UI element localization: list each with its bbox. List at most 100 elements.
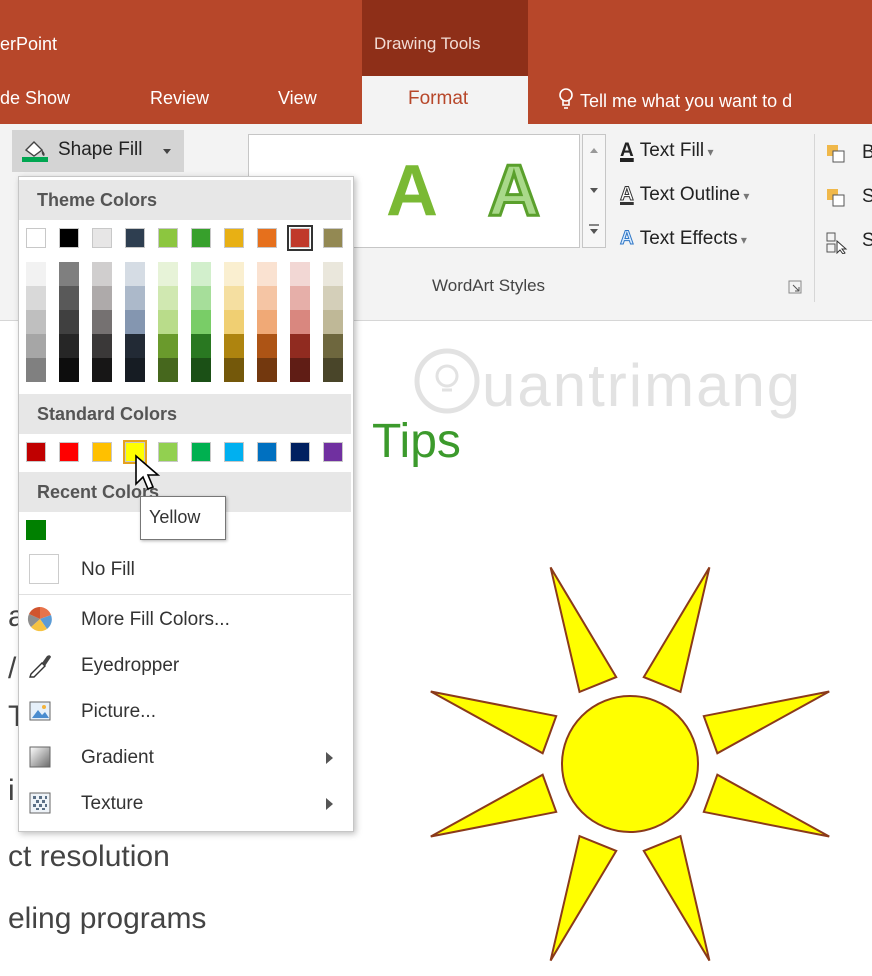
theme-shade-swatch[interactable] [224, 358, 244, 382]
theme-shade-swatch[interactable] [158, 334, 178, 358]
standard-color-swatch[interactable] [92, 442, 112, 462]
text-effects-button[interactable]: A Text Effects ▾ [620, 228, 747, 250]
wordart-style-outline[interactable]: A [487, 150, 542, 233]
tab-review[interactable]: Review [150, 88, 209, 109]
recent-color-swatch[interactable] [26, 520, 46, 540]
slide-text-partial: / [8, 652, 17, 685]
theme-shade-swatch[interactable] [26, 310, 46, 334]
theme-shade-swatch[interactable] [59, 334, 79, 358]
standard-color-swatch[interactable] [59, 442, 79, 462]
theme-color-swatch[interactable] [158, 228, 178, 248]
theme-shade-swatch[interactable] [92, 286, 112, 310]
theme-shade-swatch[interactable] [92, 358, 112, 382]
theme-shade-swatch[interactable] [323, 334, 343, 358]
tell-me-search[interactable]: Tell me what you want to d [558, 88, 792, 112]
standard-color-swatch[interactable] [26, 442, 46, 462]
theme-shade-swatch[interactable] [59, 286, 79, 310]
theme-shade-swatch[interactable] [26, 262, 46, 286]
wordart-style-green[interactable]: A [386, 150, 438, 232]
theme-shade-swatch[interactable] [125, 286, 145, 310]
theme-shade-swatch[interactable] [257, 286, 277, 310]
theme-shade-swatch[interactable] [290, 286, 310, 310]
texture-option[interactable]: Texture [19, 782, 351, 826]
theme-shade-swatch[interactable] [59, 262, 79, 286]
theme-shade-swatch[interactable] [158, 286, 178, 310]
theme-shade-swatch[interactable] [125, 262, 145, 286]
tab-format[interactable]: Format [362, 76, 528, 124]
send-backward-button[interactable]: S [826, 184, 872, 214]
theme-shade-swatch[interactable] [26, 358, 46, 382]
sun-ray [702, 773, 830, 838]
text-effects-icon: A [620, 228, 635, 250]
theme-color-swatch[interactable] [224, 228, 244, 248]
text-outline-button[interactable]: A Text Outline ▾ [620, 184, 750, 206]
eyedropper-option[interactable]: Eyedropper [19, 644, 351, 688]
theme-shade-swatch[interactable] [290, 262, 310, 286]
theme-shade-swatch[interactable] [257, 334, 277, 358]
theme-color-swatch[interactable] [92, 228, 112, 248]
theme-shade-swatch[interactable] [26, 334, 46, 358]
theme-shade-swatch[interactable] [191, 334, 211, 358]
chevron-down-icon: ▾ [740, 189, 750, 203]
theme-shade-swatch[interactable] [158, 262, 178, 286]
theme-shade-swatch[interactable] [290, 334, 310, 358]
text-fill-button[interactable]: A Text Fill ▾ [620, 140, 714, 162]
theme-shade-swatch[interactable] [323, 262, 343, 286]
dialog-launcher-icon[interactable] [788, 280, 802, 294]
theme-shade-swatch[interactable] [257, 310, 277, 334]
theme-shade-swatch[interactable] [224, 286, 244, 310]
theme-shade-swatch[interactable] [158, 358, 178, 382]
more-fill-colors-option[interactable]: More Fill Colors... [19, 598, 351, 642]
theme-color-swatch[interactable] [287, 225, 313, 251]
selection-pane-button[interactable]: S [826, 228, 872, 258]
bring-forward-button[interactable]: B [826, 140, 872, 170]
theme-color-swatch[interactable] [125, 228, 145, 248]
gallery-scroll[interactable] [582, 134, 606, 248]
theme-shade-swatch[interactable] [224, 262, 244, 286]
standard-color-swatch[interactable] [224, 442, 244, 462]
theme-color-swatch[interactable] [59, 228, 79, 248]
theme-shade-swatch[interactable] [290, 358, 310, 382]
tab-format-label: Format [408, 88, 469, 109]
theme-shade-swatch[interactable] [224, 310, 244, 334]
shape-fill-button[interactable]: Shape Fill [12, 130, 184, 172]
standard-color-swatch[interactable] [323, 442, 343, 462]
theme-shade-swatch[interactable] [224, 334, 244, 358]
sun-shape[interactable] [410, 540, 850, 976]
theme-shade-swatch[interactable] [257, 358, 277, 382]
theme-shade-swatch[interactable] [323, 358, 343, 382]
theme-shade-swatch[interactable] [290, 310, 310, 334]
theme-color-swatch[interactable] [191, 228, 211, 248]
theme-shade-swatch[interactable] [26, 286, 46, 310]
send-backward-icon [827, 189, 845, 207]
tab-view[interactable]: View [278, 88, 317, 109]
standard-color-swatch[interactable] [290, 442, 310, 462]
chevron-down-icon [163, 149, 171, 154]
theme-color-swatch[interactable] [323, 228, 343, 248]
tab-slide-show[interactable]: de Show [0, 88, 70, 109]
theme-shade-swatch[interactable] [92, 262, 112, 286]
theme-shade-swatch[interactable] [191, 286, 211, 310]
no-fill-option[interactable]: No Fill [19, 548, 351, 592]
gradient-option[interactable]: Gradient [19, 736, 351, 780]
standard-color-swatch[interactable] [191, 442, 211, 462]
theme-shade-swatch[interactable] [125, 334, 145, 358]
theme-shade-swatch[interactable] [323, 310, 343, 334]
theme-shade-swatch[interactable] [191, 358, 211, 382]
theme-color-swatch[interactable] [257, 228, 277, 248]
theme-shade-swatch[interactable] [125, 310, 145, 334]
theme-shade-swatch[interactable] [191, 310, 211, 334]
theme-shade-swatch[interactable] [191, 262, 211, 286]
standard-color-swatch[interactable] [257, 442, 277, 462]
theme-shade-swatch[interactable] [59, 358, 79, 382]
theme-shade-swatch[interactable] [257, 262, 277, 286]
theme-shade-swatch[interactable] [92, 334, 112, 358]
theme-shade-swatch[interactable] [92, 310, 112, 334]
theme-shade-swatch[interactable] [59, 310, 79, 334]
chevron-down-icon: ▾ [704, 145, 714, 159]
theme-shade-swatch[interactable] [323, 286, 343, 310]
picture-option[interactable]: Picture... [19, 690, 351, 734]
theme-shade-swatch[interactable] [158, 310, 178, 334]
theme-color-swatch[interactable] [26, 228, 46, 248]
theme-shade-swatch[interactable] [125, 358, 145, 382]
